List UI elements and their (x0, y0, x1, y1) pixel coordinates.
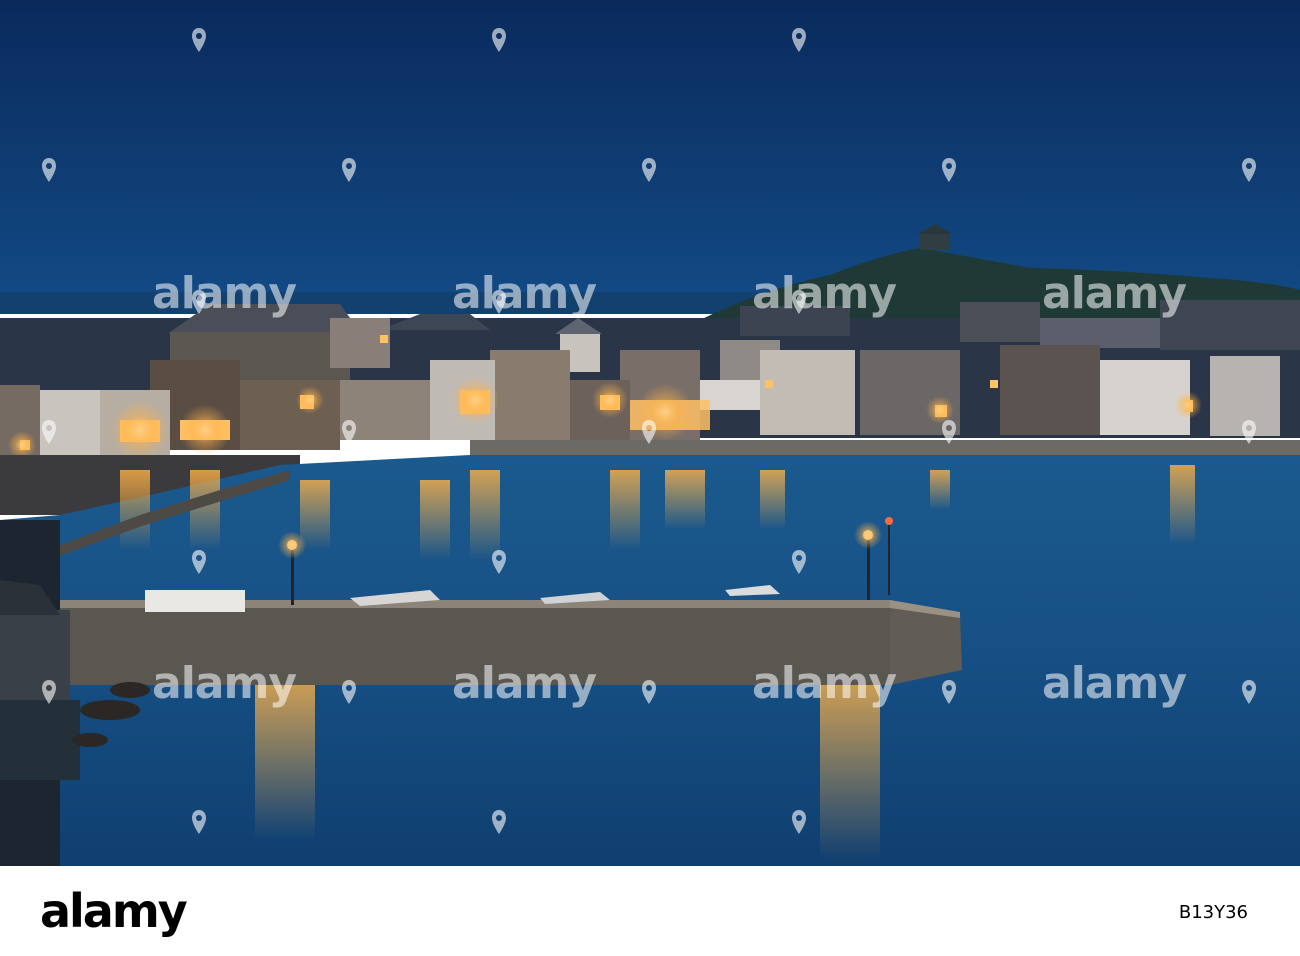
harbour-photo: alamy alamy alamy alamy alamy alamy alamy alamy (0, 0, 1300, 866)
image-id: B13Y36 (1178, 902, 1248, 923)
van (145, 590, 245, 612)
stone-pier (60, 600, 962, 685)
alamy-logo: alamy (40, 884, 188, 938)
footer-bar: alamy B13Y36 (0, 866, 1300, 956)
chapel (920, 232, 950, 250)
sky (0, 0, 1300, 310)
